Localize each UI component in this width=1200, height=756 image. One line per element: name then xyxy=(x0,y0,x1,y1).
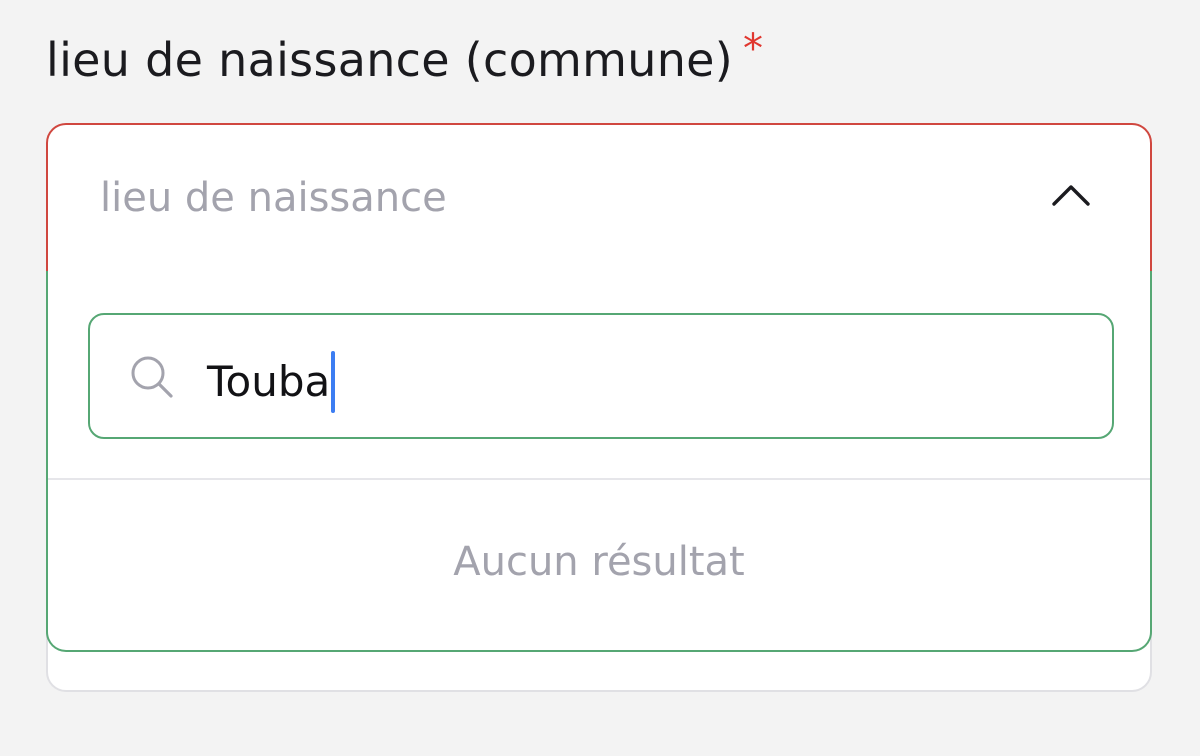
chevron-up-icon[interactable] xyxy=(1048,173,1094,219)
panel-divider xyxy=(48,478,1150,480)
select-placeholder: lieu de naissance xyxy=(100,175,447,221)
field-label-text: lieu de naissance (commune) xyxy=(46,33,734,87)
search-icon xyxy=(131,356,173,398)
birthplace-select[interactable]: lieu de naissance xyxy=(46,123,1152,273)
required-marker: * xyxy=(743,26,764,72)
text-caret xyxy=(331,351,336,413)
search-text: Touba xyxy=(207,357,331,406)
no-results-message: Aucun résultat xyxy=(453,539,745,585)
field-label: lieu de naissance (commune) * xyxy=(46,26,763,87)
search-input[interactable]: Touba xyxy=(88,313,1114,439)
search-value: Touba xyxy=(207,351,336,413)
dropdown-panel: Touba Aucun résultat xyxy=(46,271,1152,652)
